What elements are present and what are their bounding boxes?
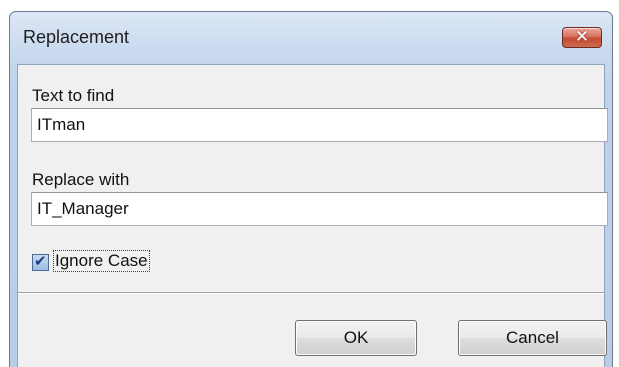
checkmark-icon: ✔ — [34, 253, 47, 270]
replace-with-input[interactable] — [31, 192, 608, 226]
text-to-find-input[interactable] — [31, 108, 608, 142]
dialog-title: Replacement — [23, 27, 130, 47]
title-bar[interactable]: Replacement ✕ — [10, 12, 612, 64]
ignore-case-checkbox[interactable]: ✔ — [32, 253, 49, 271]
separator — [18, 292, 604, 294]
close-icon: ✕ — [574, 27, 590, 46]
cancel-button[interactable]: Cancel — [458, 320, 607, 356]
ok-button[interactable]: OK — [295, 320, 417, 356]
replacement-dialog: Replacement ✕ Text to find Replace with … — [9, 11, 613, 367]
text-to-find-label: Text to find — [32, 86, 115, 105]
ignore-case-label[interactable]: Ignore Case — [53, 250, 150, 272]
dialog-body: Text to find Replace with ✔ Ignore Case … — [17, 64, 608, 367]
replace-with-label: Replace with — [32, 170, 130, 189]
close-button[interactable]: ✕ — [562, 27, 602, 48]
